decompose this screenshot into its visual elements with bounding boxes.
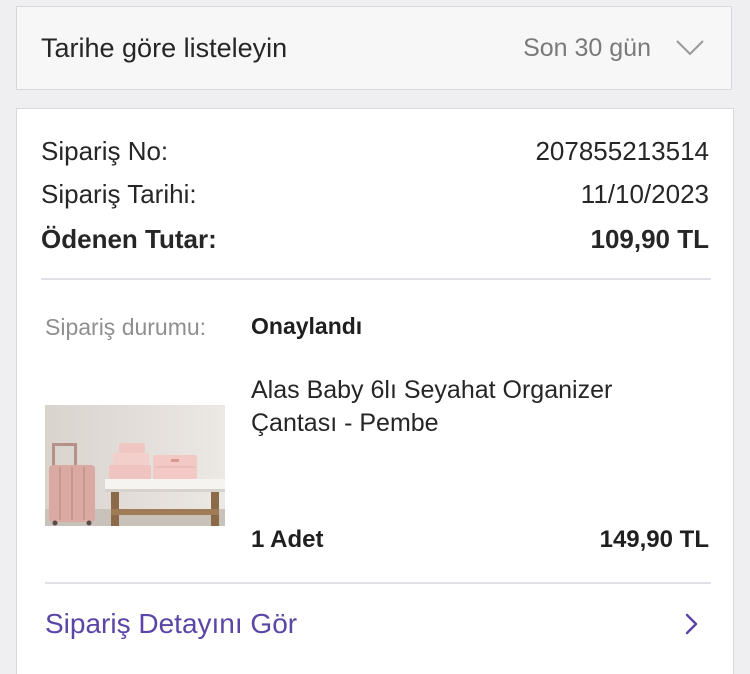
product-quantity: 1 Adet [251, 526, 324, 553]
order-status-value: Onaylandı [251, 313, 363, 339]
order-paid-label: Ödenen Tutar: [41, 224, 217, 254]
date-filter-dropdown[interactable]: Tarihe göre listeleyin Son 30 gün [16, 6, 732, 90]
order-detail-label[interactable]: Sipariş Detayını Gör [45, 608, 297, 640]
chevron-right-icon[interactable] [685, 613, 699, 635]
order-date-value: 11/10/2023 [580, 179, 709, 209]
date-filter-value[interactable]: Son 30 gün [523, 34, 651, 63]
divider [41, 278, 711, 280]
order-number-row: Sipariş No: 207855213514 [41, 136, 709, 166]
date-filter-selection[interactable]: Son 30 gün [523, 34, 705, 63]
product-name[interactable]: Alas Baby 6lı Seyahat Organizer Çantası … [251, 374, 681, 440]
product-price: 149,90 TL [599, 526, 709, 553]
order-number-value: 207855213514 [535, 136, 709, 166]
divider [45, 582, 711, 584]
chevron-down-icon[interactable] [675, 39, 705, 57]
order-detail-link[interactable]: Sipariş Detayını Gör [45, 599, 709, 649]
order-paid-value: 109,90 TL [590, 224, 709, 254]
order-card: Sipariş No: 207855213514 Sipariş Tarihi:… [16, 108, 734, 674]
date-filter-title: Tarihe göre listeleyin [41, 32, 288, 63]
order-status-label: Sipariş durumu: [45, 314, 207, 340]
order-paid-row: Ödenen Tutar: 109,90 TL [41, 224, 709, 254]
product-image[interactable] [45, 405, 225, 526]
order-date-label: Sipariş Tarihi: [41, 179, 197, 209]
order-number-label: Sipariş No: [41, 136, 169, 166]
order-date-row: Sipariş Tarihi: 11/10/2023 [41, 179, 709, 209]
